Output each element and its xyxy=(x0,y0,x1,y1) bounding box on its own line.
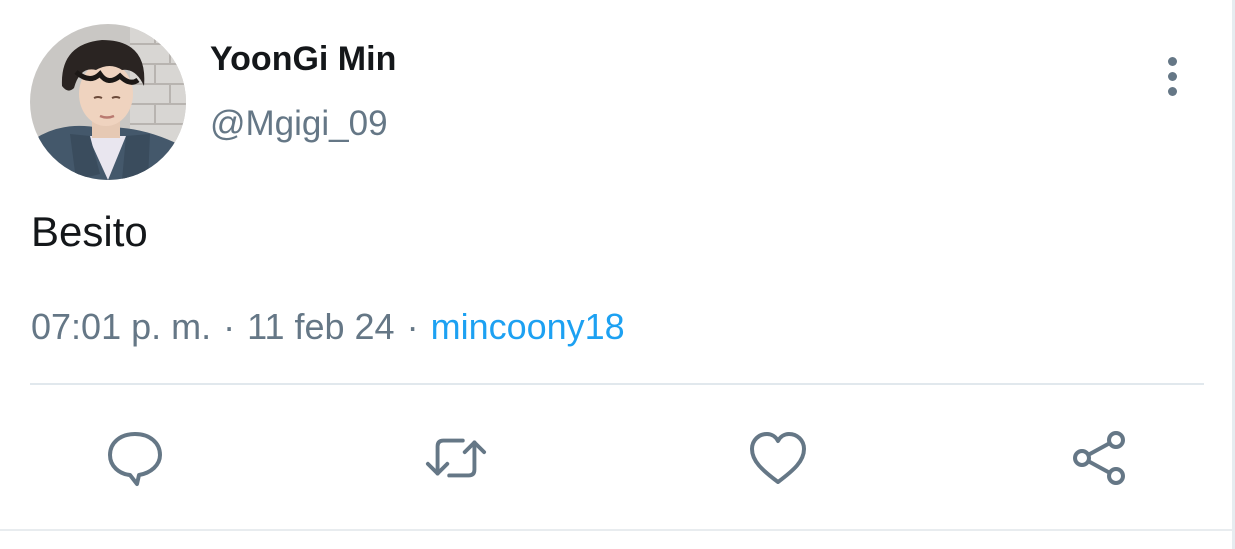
more-options-dot xyxy=(1167,86,1177,96)
bottom-divider xyxy=(0,529,1232,531)
like-button[interactable] xyxy=(746,426,810,490)
tweet-text: Besito xyxy=(31,208,148,255)
display-name[interactable]: YoonGi Min xyxy=(210,40,396,79)
retweet-button[interactable] xyxy=(424,426,488,490)
tweet-time[interactable]: 07:01 p. m. xyxy=(31,306,211,347)
divider xyxy=(30,383,1204,385)
meta-separator: · xyxy=(223,306,236,347)
tweet-source-link[interactable]: mincoony18 xyxy=(431,306,625,347)
share-button[interactable] xyxy=(1068,426,1132,490)
speech-bubble-icon xyxy=(108,432,162,486)
avatar[interactable] xyxy=(30,24,186,180)
more-options-icon[interactable] xyxy=(1150,52,1194,100)
tweet-detail: YoonGi Min @Mgigi_09 Besito 07:01 p. m. ·… xyxy=(0,0,1235,549)
share-nodes-icon xyxy=(1073,431,1125,485)
user-handle[interactable]: @Mgigi_09 xyxy=(210,104,388,144)
more-options-dot xyxy=(1167,71,1177,81)
meta-separator: · xyxy=(406,306,419,347)
retweet-arrows-icon xyxy=(425,438,487,478)
more-options-dot xyxy=(1167,56,1177,66)
tweet-date[interactable]: 11 feb 24 xyxy=(247,306,394,347)
profile-photo xyxy=(30,24,186,180)
heart-outline-icon xyxy=(750,432,806,484)
tweet-metadata: 07:01 p. m. · 11 feb 24 · mincoony18 xyxy=(31,306,625,348)
reply-button[interactable] xyxy=(103,426,167,490)
